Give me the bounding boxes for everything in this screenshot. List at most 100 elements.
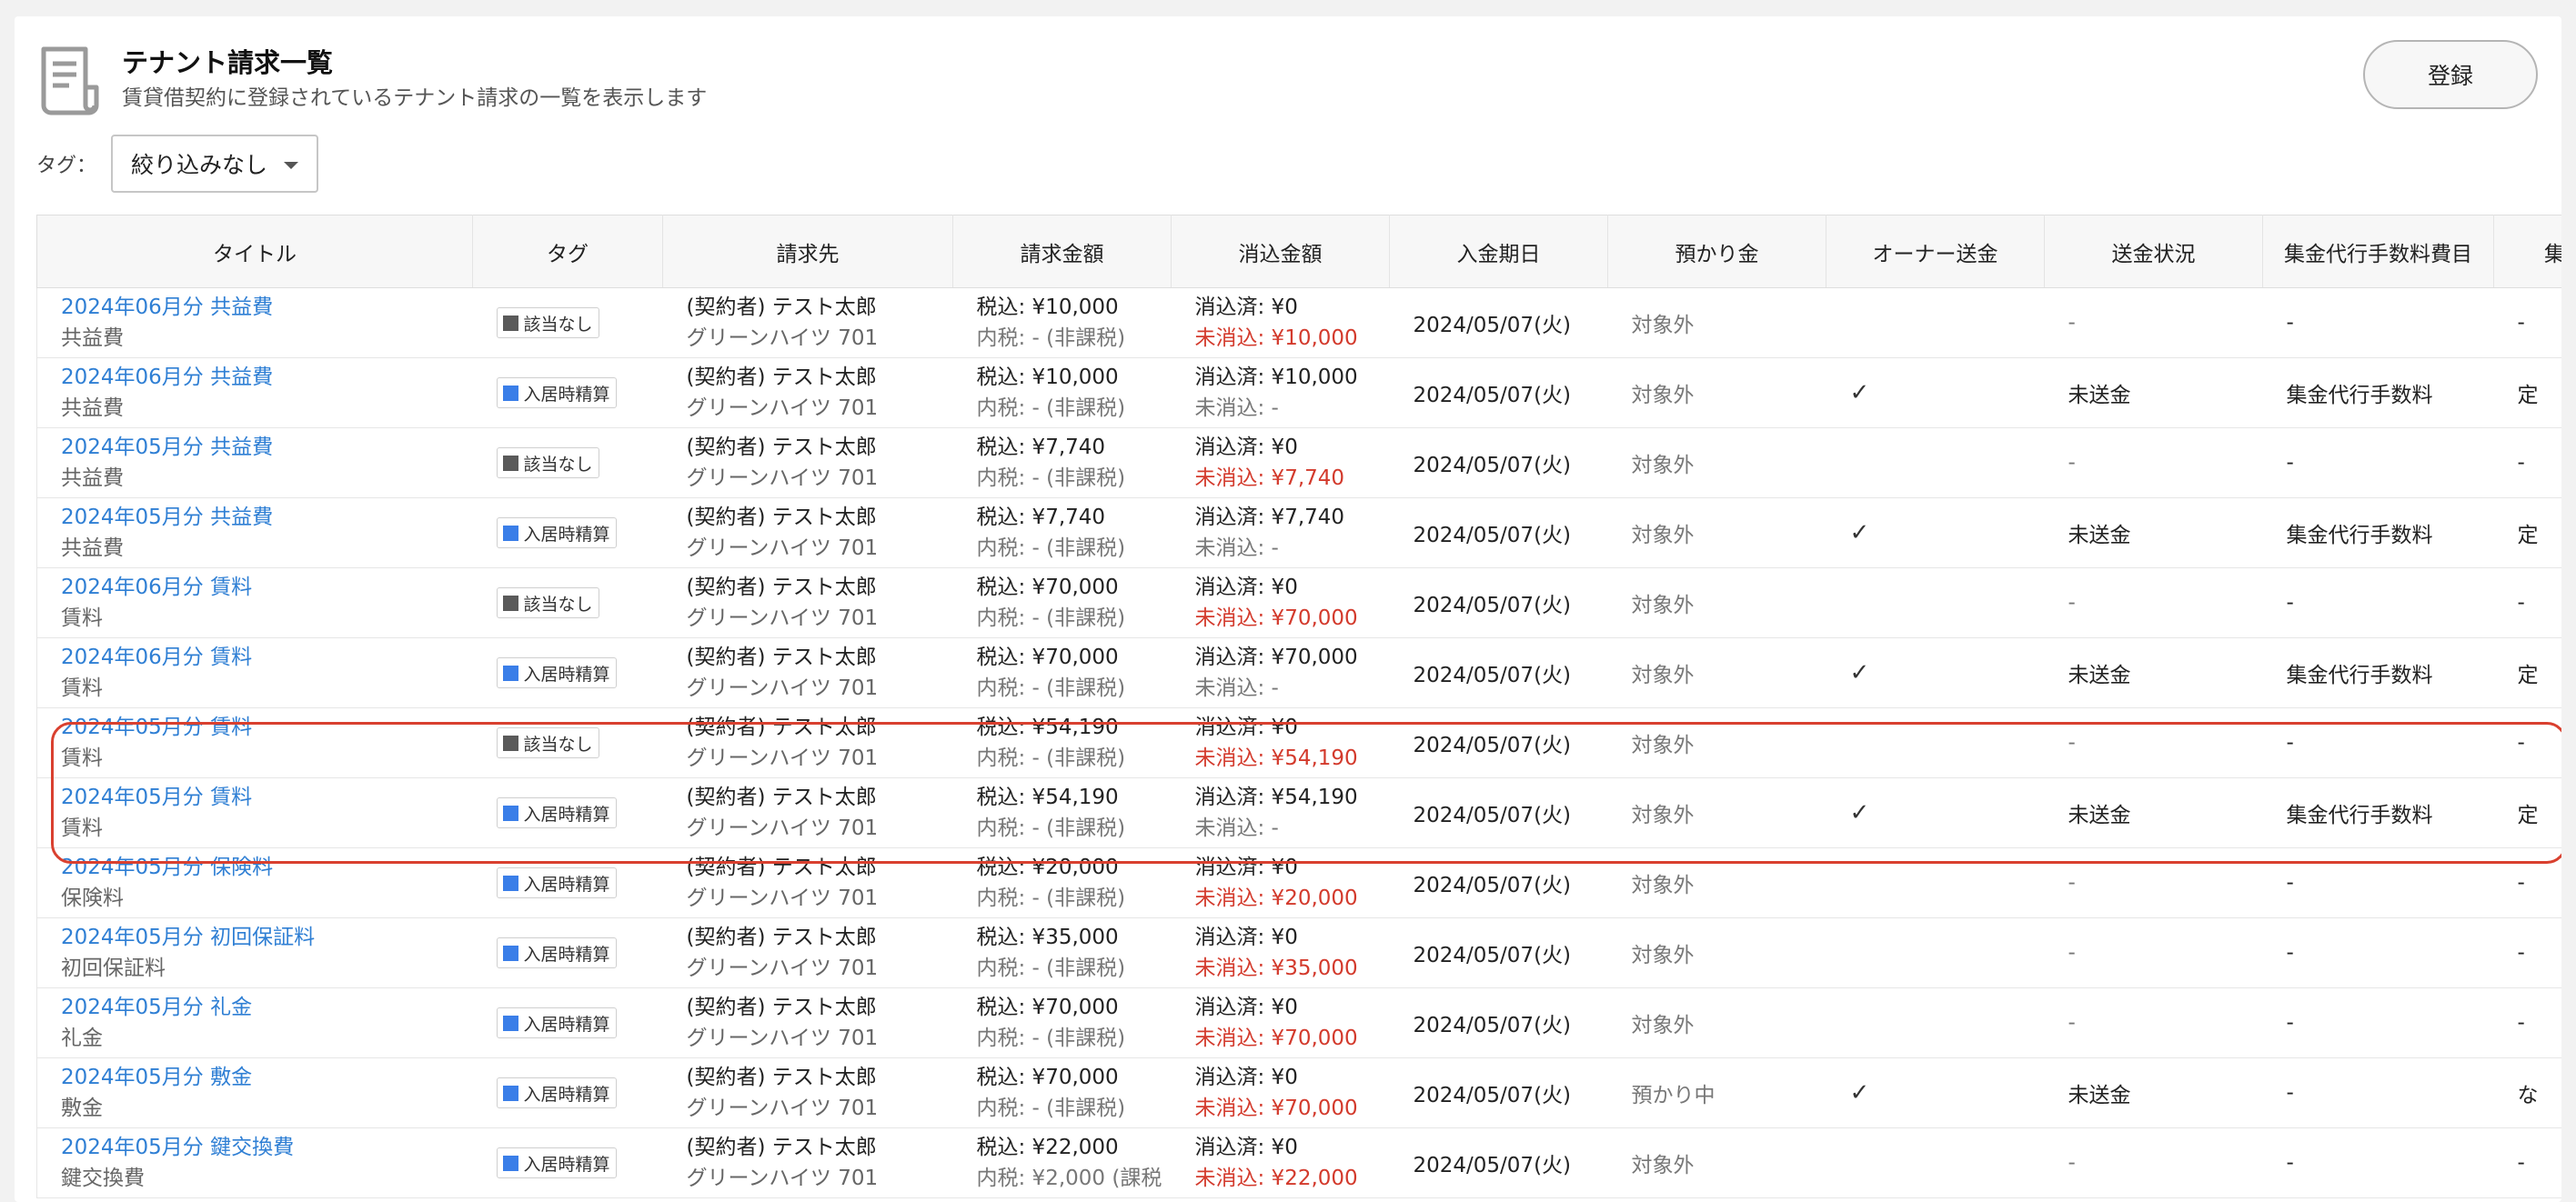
table-row[interactable]: 2024年06月分 賃料 賃料 該当なし (契約者) テスト太郎 グリーンハイツ 701…: [36, 567, 2561, 638]
amount-cell: 税込: ¥70,000 内税: - (非課税): [952, 637, 1172, 708]
remit-status-cell: -: [2044, 987, 2263, 1058]
table-row[interactable]: 2024年06月分 共益費 共益費 入居時精算 (契約者) テスト太郎 グリーンハイツ …: [36, 357, 2561, 428]
last-cell: -: [2493, 1127, 2561, 1198]
invoice-title-link[interactable]: 2024年05月分 共益費: [61, 502, 473, 533]
invoice-title-link[interactable]: 2024年06月分 共益費: [61, 362, 473, 393]
column-header: 集: [2493, 215, 2561, 288]
last-cell: 定: [2493, 497, 2561, 568]
invoice-category: 礼金: [61, 1027, 103, 1050]
tag-badge: 該当なし: [496, 587, 599, 618]
table-row[interactable]: 2024年05月分 初回保証料 初回保証料 入居時精算 (契約者) テスト太郎 グリーン…: [36, 917, 2561, 988]
table-row[interactable]: 2024年05月分 鍵交換費 鍵交換費 入居時精算 (契約者) テスト太郎 グリーンハイ…: [36, 1127, 2561, 1198]
fee-item-cell: 集金代行手数料: [2262, 777, 2494, 848]
table-row[interactable]: 2024年05月分 共益費 共益費 入居時精算 (契約者) テスト太郎 グリーンハイツ …: [36, 497, 2561, 568]
due-date-cell: 2024/05/07(火): [1389, 707, 1608, 778]
cleared-cell: 消込済: ¥7,740 未消込: -: [1171, 497, 1390, 568]
billing-party-cell: (契約者) テスト太郎 グリーンハイツ 701: [662, 287, 953, 358]
checkmark-icon: ✓: [1849, 659, 1870, 686]
invoice-title-link[interactable]: 2024年06月分 賃料: [61, 572, 473, 603]
property-name: グリーンハイツ 701: [686, 816, 879, 840]
cleared-cell: 消込済: ¥0 未消込: ¥7,740: [1171, 427, 1390, 498]
property-name: グリーンハイツ 701: [686, 326, 879, 350]
invoice-category: 賃料: [61, 676, 103, 700]
table-row[interactable]: 2024年05月分 敷金 敷金 入居時精算 (契約者) テスト太郎 グリーンハイツ 70…: [36, 1057, 2561, 1128]
billing-party: (契約者) テスト太郎: [686, 786, 877, 809]
owner-remit-cell: ✓: [1826, 777, 2045, 848]
deposit-cell: 対象外: [1607, 917, 1826, 988]
invoice-title-link[interactable]: 2024年05月分 保険料: [61, 852, 473, 883]
remit-status-cell: 未送金: [2044, 1057, 2263, 1128]
tag-cell: 入居時精算: [472, 917, 663, 988]
register-button[interactable]: 登録: [2363, 40, 2538, 109]
tag-color-swatch: [502, 805, 518, 821]
table-row[interactable]: 2024年05月分 共益費 共益費 該当なし (契約者) テスト太郎 グリーンハイツ 7…: [36, 427, 2561, 498]
fee-item-cell: -: [2262, 847, 2494, 918]
last-cell: 定: [2493, 777, 2561, 848]
amount-tax: 内税: - (非課税): [976, 816, 1126, 840]
checkmark-icon: ✓: [1849, 379, 1870, 406]
due-date-cell: 2024/05/07(火): [1389, 497, 1608, 568]
column-header: 請求先: [662, 215, 953, 288]
checkmark-icon: ✓: [1849, 799, 1870, 826]
property-name: グリーンハイツ 701: [686, 886, 879, 910]
table-row[interactable]: 2024年06月分 賃料 賃料 入居時精算 (契約者) テスト太郎 グリーンハイツ 70…: [36, 637, 2561, 708]
cleared-amount: 消込済: ¥70,000: [1194, 646, 1358, 669]
owner-remit-cell: [1826, 917, 2045, 988]
due-date-cell: 2024/05/07(火): [1389, 287, 1608, 358]
cleared-amount: 消込済: ¥0: [1194, 295, 1298, 319]
tag-badge: 該当なし: [496, 447, 599, 478]
cleared-amount: 消込済: ¥54,190: [1194, 786, 1358, 809]
amount-taxed: 税込: ¥70,000: [976, 996, 1119, 1019]
invoice-title-link[interactable]: 2024年05月分 礼金: [61, 992, 473, 1023]
invoice-title-link[interactable]: 2024年05月分 共益費: [61, 432, 473, 463]
tag-cell: 該当なし: [472, 707, 663, 778]
invoice-title-link[interactable]: 2024年06月分 共益費: [61, 292, 473, 323]
invoice-title-link[interactable]: 2024年05月分 初回保証料: [61, 922, 473, 953]
last-cell: -: [2493, 917, 2561, 988]
amount-tax: 内税: - (非課税): [976, 606, 1126, 630]
tag-cell: 入居時精算: [472, 1057, 663, 1128]
due-date-cell: 2024/05/07(火): [1389, 847, 1608, 918]
amount-tax: 内税: - (非課税): [976, 886, 1126, 910]
table-row[interactable]: 2024年06月分 共益費 共益費 該当なし (契約者) テスト太郎 グリーンハイツ 7…: [36, 287, 2561, 358]
table-row[interactable]: 2024年05月分 礼金 礼金 入居時精算 (契約者) テスト太郎 グリーンハイツ 70…: [36, 987, 2561, 1058]
invoice-title-link[interactable]: 2024年05月分 賃料: [61, 712, 473, 743]
invoice-title-link[interactable]: 2024年05月分 賃料: [61, 782, 473, 813]
billing-party: (契約者) テスト太郎: [686, 295, 877, 319]
invoice-category: 敷金: [61, 1097, 103, 1120]
tag-filter-select[interactable]: 絞り込みなし: [111, 135, 318, 193]
billing-party-cell: (契約者) テスト太郎 グリーンハイツ 701: [662, 707, 953, 778]
tag-badge: 入居時精算: [496, 517, 617, 548]
invoice-title-link[interactable]: 2024年05月分 敷金: [61, 1062, 473, 1093]
amount-taxed: 税込: ¥7,740: [976, 436, 1106, 459]
tag-badge-label: 入居時精算: [523, 1084, 610, 1105]
deposit-cell: 対象外: [1607, 567, 1826, 638]
remit-status-cell: 未送金: [2044, 637, 2263, 708]
remit-status-cell: -: [2044, 707, 2263, 778]
column-header: 入金期日: [1389, 215, 1608, 288]
tag-filter-value: 絞り込みなし: [131, 152, 268, 178]
cleared-cell: 消込済: ¥54,190 未消込: -: [1171, 777, 1390, 848]
main-card: テナント請求一覧 賃貸借契約に登録されているテナント請求の一覧を表示します 登録…: [15, 16, 2561, 1202]
amount-cell: 税込: ¥10,000 内税: - (非課税): [952, 287, 1172, 358]
cleared-cell: 消込済: ¥70,000 未消込: -: [1171, 637, 1390, 708]
table-row[interactable]: 2024年05月分 賃料 賃料 入居時精算 (契約者) テスト太郎 グリーンハイツ 70…: [36, 777, 2561, 848]
table-row[interactable]: 2024年05月分 保険料 保険料 入居時精算 (契約者) テスト太郎 グリーンハイツ …: [36, 847, 2561, 918]
invoice-title-link[interactable]: 2024年06月分 賃料: [61, 642, 473, 673]
owner-remit-cell: [1826, 847, 2045, 918]
invoice-category: 共益費: [61, 536, 124, 560]
tag-badge: 入居時精算: [496, 797, 617, 828]
amount-tax: 内税: ¥2,000 (課税: [976, 1167, 1162, 1190]
document-icon: [41, 46, 99, 115]
invoice-title-link[interactable]: 2024年05月分 鍵交換費: [61, 1132, 473, 1163]
deposit-cell: 対象外: [1607, 777, 1826, 848]
remit-status-cell: -: [2044, 1127, 2263, 1198]
due-date-cell: 2024/05/07(火): [1389, 357, 1608, 428]
invoice-category: 共益費: [61, 326, 124, 350]
amount-taxed: 税込: ¥35,000: [976, 926, 1119, 949]
table-row[interactable]: 2024年05月分 賃料 賃料 該当なし (契約者) テスト太郎 グリーンハイツ 701…: [36, 707, 2561, 778]
last-cell: -: [2493, 287, 2561, 358]
uncleared-amount: 未消込: -: [1194, 536, 1279, 560]
deposit-cell: 対象外: [1607, 847, 1826, 918]
cleared-cell: 消込済: ¥0 未消込: ¥70,000: [1171, 1057, 1390, 1128]
